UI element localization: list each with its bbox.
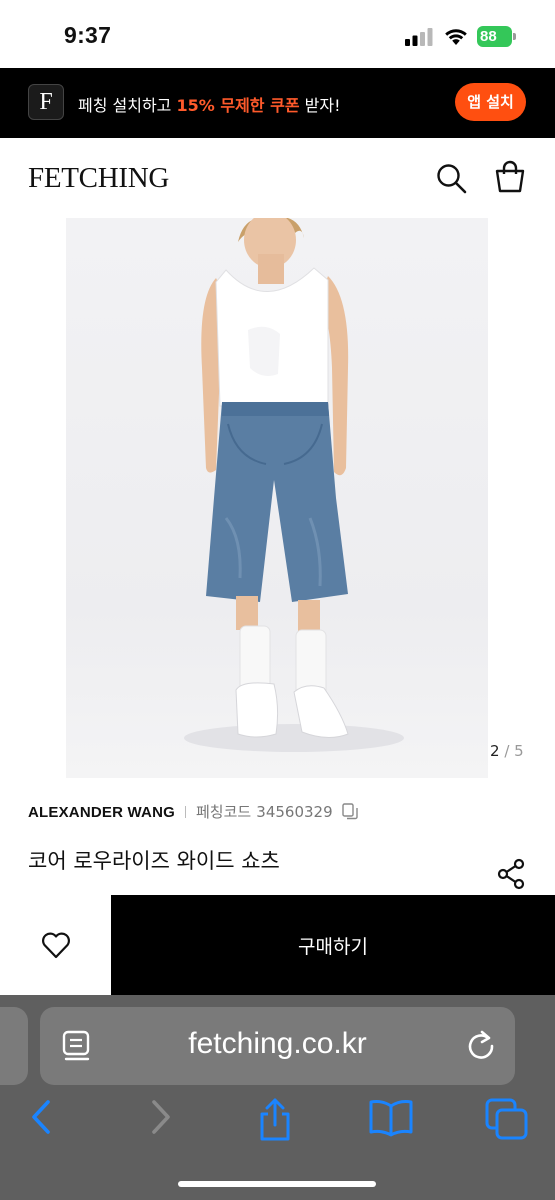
- buy-button[interactable]: 구매하기: [111, 895, 555, 995]
- cellular-signal-icon: [405, 28, 433, 46]
- brand-row: ALEXANDER WANG 페칭코드 34560329: [28, 801, 358, 823]
- share-sheet-icon[interactable]: [255, 1098, 295, 1142]
- promo-text-before: 페칭 설치하고: [78, 96, 177, 115]
- shopping-bag-icon[interactable]: [493, 160, 527, 194]
- product-photo: [184, 218, 404, 752]
- image-counter-separator: /: [504, 742, 510, 760]
- url-text[interactable]: fetching.co.kr: [40, 1027, 515, 1061]
- reload-icon[interactable]: [466, 1029, 496, 1061]
- promo-highlight: 15% 무제한 쿠폰: [176, 96, 300, 115]
- brand-name[interactable]: ALEXANDER WANG: [28, 804, 175, 821]
- fetching-app-logo: F: [28, 84, 64, 120]
- back-icon[interactable]: [28, 1098, 54, 1136]
- promo-text-after: 받자!: [299, 96, 341, 115]
- address-bar[interactable]: fetching.co.kr: [40, 1007, 515, 1085]
- fetching-code-label: 페칭코드: [195, 803, 252, 821]
- forward-icon[interactable]: [148, 1098, 174, 1136]
- battery-level: 88: [477, 26, 512, 47]
- previous-tab-preview[interactable]: [0, 1007, 28, 1085]
- fetching-code: 34560329: [256, 803, 333, 821]
- battery-tip: [513, 33, 516, 40]
- wishlist-button[interactable]: [0, 895, 111, 995]
- bookmarks-icon[interactable]: [368, 1098, 414, 1138]
- share-icon[interactable]: [496, 858, 528, 890]
- image-counter-total: 5: [514, 742, 524, 760]
- image-counter-current: 2: [490, 742, 500, 760]
- image-counter: 2 / 5: [490, 742, 524, 760]
- search-icon[interactable]: [435, 162, 467, 194]
- product-title: 코어 로우라이즈 와이드 쇼츠: [28, 849, 280, 873]
- promo-text: 페칭 설치하고 15% 무제한 쿠폰 받자!: [78, 92, 341, 116]
- tabs-icon[interactable]: [485, 1098, 529, 1140]
- status-time: 9:37: [64, 22, 112, 48]
- brand-divider: [184, 806, 186, 818]
- home-indicator: [178, 1181, 376, 1187]
- site-header: FETCHING: [0, 138, 555, 218]
- site-logo[interactable]: FETCHING: [28, 162, 169, 195]
- wifi-icon: [445, 29, 467, 45]
- status-bar: 9:37 88: [0, 0, 555, 68]
- battery-indicator: 88: [477, 26, 517, 47]
- app-install-banner: F 페칭 설치하고 15% 무제한 쿠폰 받자! 앱 설치: [0, 68, 555, 138]
- copy-icon[interactable]: [342, 803, 358, 820]
- heart-icon: [41, 932, 70, 959]
- install-app-button[interactable]: 앱 설치: [455, 83, 526, 121]
- purchase-bar: 구매하기: [0, 895, 555, 995]
- product-image[interactable]: [66, 218, 488, 778]
- browser-chrome: fetching.co.kr: [0, 995, 555, 1200]
